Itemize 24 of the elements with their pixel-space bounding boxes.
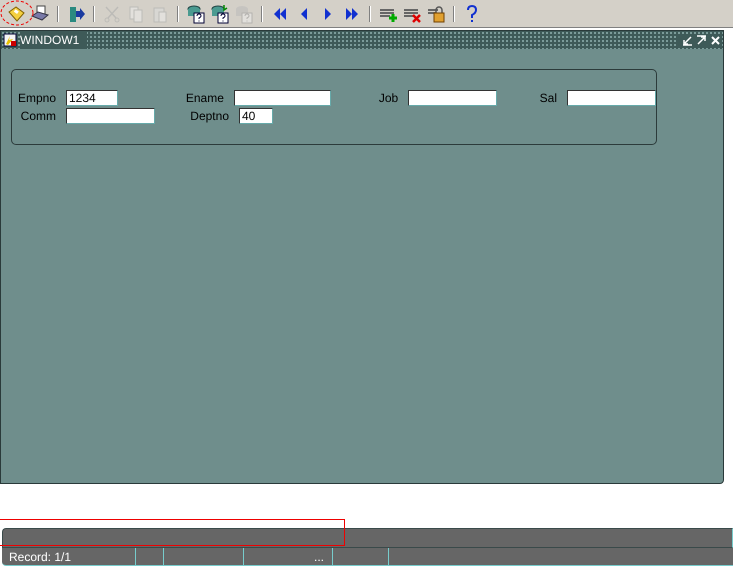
minimize-icon[interactable] [682,34,693,46]
input-field[interactable] [66,108,155,124]
printer-icon[interactable] [30,4,50,24]
padlock-icon[interactable] [426,4,446,24]
field-label: Empno [16,90,57,107]
field-label: Comm [20,108,57,125]
database-question-icon[interactable] [186,4,206,24]
input-field[interactable] [408,90,498,106]
database-question-icon[interactable] [210,4,230,24]
record-indicator: Record: 1/1 [8,548,72,566]
field-label: Ename [184,90,225,107]
field-label: Deptno [189,108,230,125]
close-icon[interactable] [710,34,721,46]
highlight-circle [0,0,36,28]
status-cell-text: ... [314,548,324,566]
field-label: Job [378,90,400,107]
maximize-icon[interactable] [696,34,707,46]
input-field[interactable]: 40 [239,108,273,124]
input-field[interactable]: 1234 [66,90,118,106]
window-title: WINDOW1 [20,31,88,49]
field-label: Sal [538,90,558,107]
input-field[interactable] [567,90,656,106]
app-icon [3,33,17,47]
input-field[interactable] [234,90,331,106]
